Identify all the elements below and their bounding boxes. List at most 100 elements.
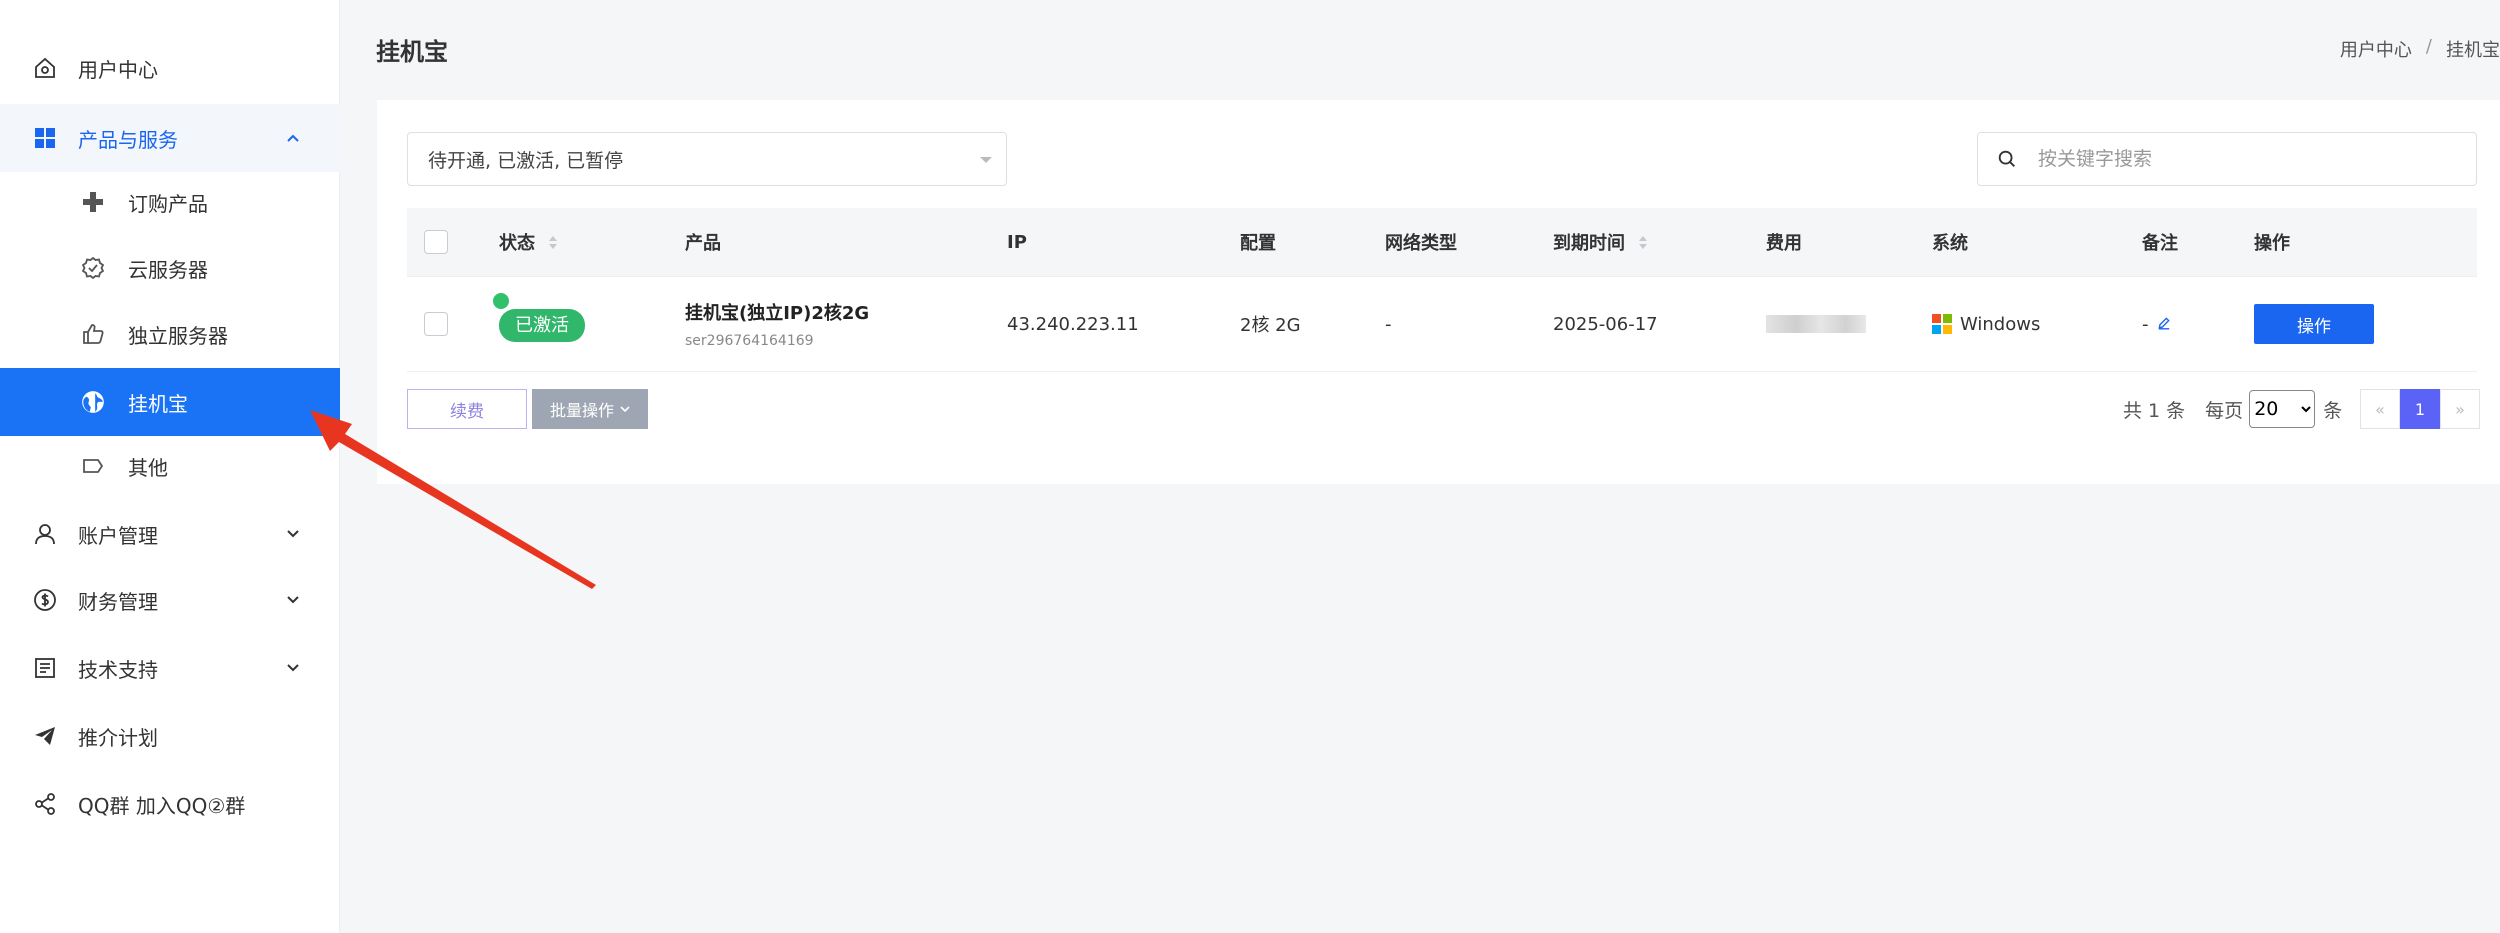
- row-action: 操作: [2254, 277, 2374, 371]
- per-page-unit: 条: [2323, 399, 2343, 422]
- sidebar-item-cloud-server[interactable]: 云服务器: [0, 236, 340, 300]
- sidebar-item-label: QQ群 加入QQ②群: [78, 793, 246, 818]
- sidebar-item-label: 订购产品: [128, 191, 208, 216]
- breadcrumb-item-user-center[interactable]: 用户中心: [2340, 36, 2412, 62]
- next-page-button[interactable]: »: [2440, 389, 2480, 429]
- row-product: 挂机宝(独立IP)2核2G ser296764164169: [685, 277, 869, 371]
- batch-action-button[interactable]: 批量操作: [532, 389, 648, 429]
- sidebar-item-label: 产品与服务: [78, 127, 178, 152]
- sidebar-item-support[interactable]: 技术支持: [0, 636, 340, 700]
- breadcrumb: 用户中心 / 挂机宝: [2340, 36, 2500, 62]
- sidebar-item-qq-group[interactable]: QQ群 加入QQ②群: [0, 772, 340, 836]
- sidebar-item-user-center[interactable]: 用户中心: [0, 36, 340, 100]
- remark-value: -: [2142, 313, 2149, 335]
- sidebar-item-label: 技术支持: [78, 657, 158, 682]
- sidebar-item-label: 财务管理: [78, 589, 158, 614]
- page-button-current[interactable]: 1: [2400, 389, 2440, 429]
- sidebar-item-guajibao[interactable]: 挂机宝: [0, 368, 340, 436]
- row-select: [424, 277, 448, 371]
- row-fee: [1766, 277, 1866, 371]
- fee-value-blurred: [1766, 315, 1866, 333]
- breadcrumb-separator: /: [2425, 36, 2432, 57]
- tag-icon: [80, 453, 106, 479]
- sidebar-item-order-product[interactable]: 订购产品: [0, 170, 340, 234]
- column-remark: 备注: [2142, 233, 2178, 254]
- search-input[interactable]: [2038, 143, 2458, 175]
- globe-icon: [80, 389, 106, 415]
- status-wrap: 已激活: [491, 291, 585, 342]
- search-icon: [1996, 148, 2020, 172]
- sort-icon[interactable]: [1639, 235, 1647, 249]
- document-icon: [32, 655, 58, 681]
- per-page-label: 每页: [2205, 399, 2244, 422]
- row-os: Windows: [1932, 277, 2040, 371]
- header-select-all: [424, 208, 448, 276]
- pagination-info: 共 1 条 每页 20 条: [2123, 389, 2342, 429]
- send-icon: [32, 723, 58, 749]
- sidebar-item-label: 其他: [128, 455, 168, 480]
- column-product: 产品: [685, 233, 721, 254]
- share-icon: [32, 791, 58, 817]
- row-checkbox[interactable]: [424, 312, 448, 336]
- chevron-down-icon: [286, 661, 300, 675]
- column-status[interactable]: 状态: [499, 208, 557, 276]
- sidebar-item-label: 独立服务器: [128, 323, 228, 348]
- status-filter-value: 待开通, 已激活, 已暂停: [428, 149, 624, 172]
- sort-icon[interactable]: [549, 235, 557, 249]
- chevron-down-icon: [286, 593, 300, 607]
- thumbs-up-icon: [80, 321, 106, 347]
- sidebar-item-dedicated-server[interactable]: 独立服务器: [0, 302, 340, 366]
- prev-page-button[interactable]: «: [2360, 389, 2400, 429]
- page-header: 挂机宝 用户中心 / 挂机宝: [340, 0, 2500, 100]
- column-network-type: 网络类型: [1385, 233, 1457, 254]
- column-ip: IP: [1007, 231, 1027, 253]
- status-badge: 已激活: [499, 309, 585, 342]
- table-row: 已激活 挂机宝(独立IP)2核2G ser296764164169 43.240…: [407, 276, 2477, 372]
- sidebar: 用户中心 产品与服务 订购产品 云服务器 独立服务器 挂机宝 其他 账户管理 财…: [0, 0, 340, 933]
- edit-icon[interactable]: [2157, 314, 2171, 335]
- column-config: 配置: [1240, 233, 1276, 254]
- column-action: 操作: [2254, 233, 2290, 254]
- sidebar-item-other[interactable]: 其他: [0, 434, 340, 498]
- breadcrumb-item-current: 挂机宝: [2446, 40, 2500, 61]
- row-config: 2核 2G: [1240, 315, 1301, 336]
- content-panel: 待开通, 已激活, 已暂停 状态 产品 IP 配置 网络类型 到期时间 费用 系…: [377, 100, 2500, 484]
- column-fee: 费用: [1766, 233, 1802, 254]
- sidebar-item-products-services[interactable]: 产品与服务: [0, 104, 340, 172]
- home-icon: [32, 55, 58, 81]
- chevron-down-icon: [620, 406, 630, 413]
- sidebar-item-referral[interactable]: 推介计划: [0, 704, 340, 768]
- sidebar-item-label: 账户管理: [78, 523, 158, 548]
- plus-icon: [80, 189, 106, 215]
- total-count: 共 1 条: [2123, 399, 2186, 422]
- table-header: 状态 产品 IP 配置 网络类型 到期时间 费用 系统 备注 操作: [407, 208, 2477, 276]
- pagination: « 1 »: [2360, 389, 2480, 429]
- renew-button[interactable]: 续费: [407, 389, 527, 429]
- batch-action-label: 批量操作: [549, 401, 614, 420]
- chevron-down-icon: [286, 527, 300, 541]
- status-filter-select[interactable]: 待开通, 已激活, 已暂停: [407, 132, 1007, 186]
- product-name[interactable]: 挂机宝(独立IP)2核2G: [685, 299, 869, 325]
- product-id: ser296764164169: [685, 333, 814, 349]
- windows-icon: [1932, 314, 1952, 334]
- per-page-select[interactable]: 20: [2249, 390, 2316, 428]
- sidebar-item-label: 推介计划: [78, 725, 158, 750]
- column-os: 系统: [1932, 233, 1968, 254]
- sidebar-item-label: 挂机宝: [128, 391, 188, 416]
- search-box: [1977, 132, 2477, 186]
- os-name: Windows: [1960, 313, 2041, 335]
- sidebar-item-account[interactable]: 账户管理: [0, 502, 340, 566]
- column-expire[interactable]: 到期时间: [1553, 208, 1647, 276]
- status-dot: [491, 291, 511, 311]
- row-network: -: [1385, 313, 1392, 335]
- sidebar-item-label: 云服务器: [128, 257, 208, 282]
- row-action-button[interactable]: 操作: [2254, 304, 2374, 344]
- user-icon: [32, 521, 58, 547]
- chevron-up-icon: [286, 131, 300, 145]
- column-status-label: 状态: [499, 233, 535, 254]
- select-all-checkbox[interactable]: [424, 230, 448, 254]
- caret-down-icon: [980, 157, 992, 163]
- cloud-server-icon: [80, 255, 106, 281]
- dollar-icon: [32, 587, 58, 613]
- sidebar-item-finance[interactable]: 财务管理: [0, 568, 340, 632]
